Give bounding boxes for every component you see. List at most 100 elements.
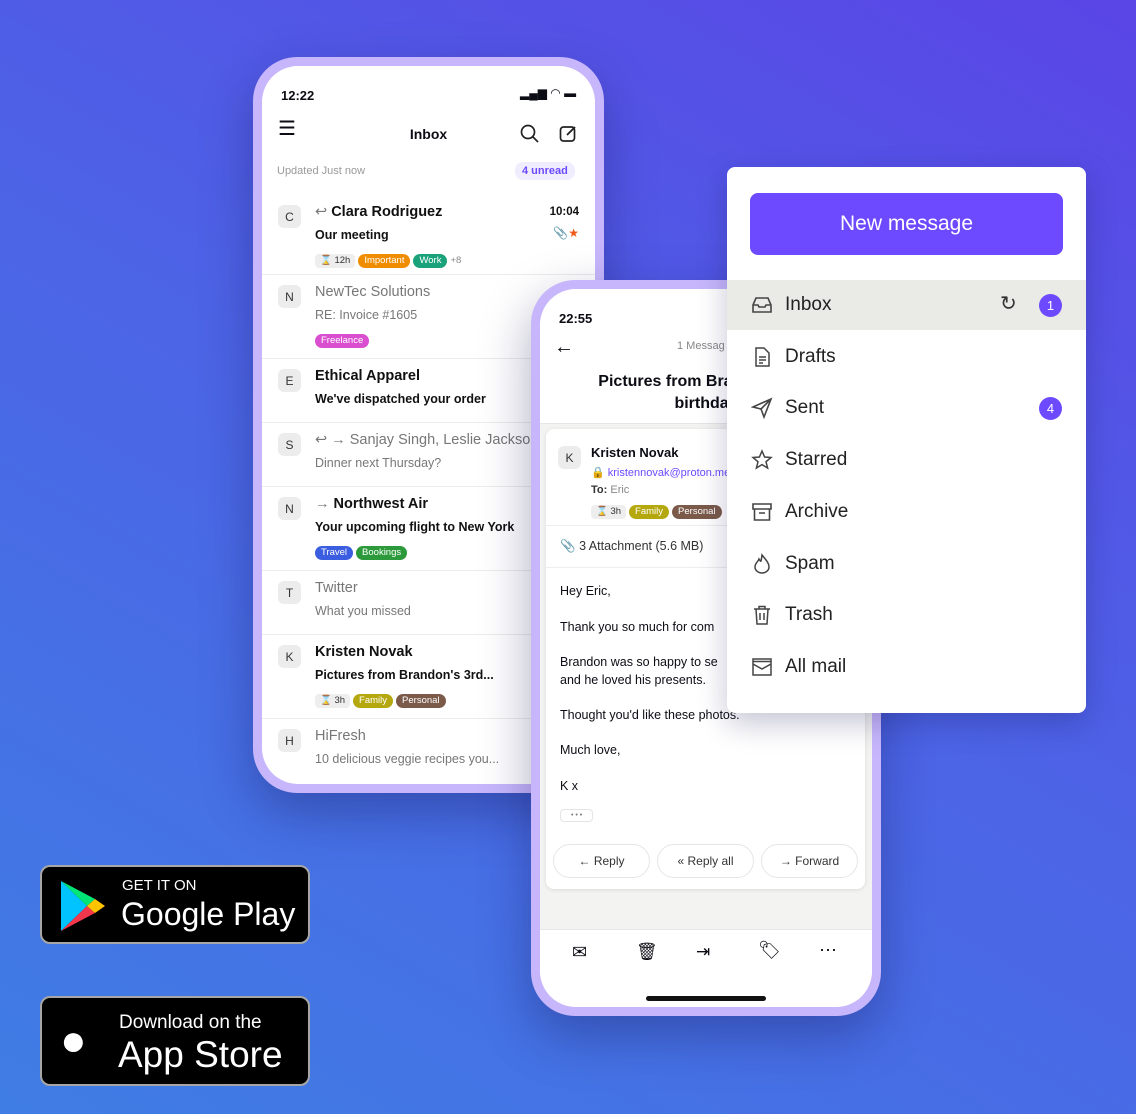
spam-icon bbox=[754, 552, 770, 574]
reply-button[interactable]: ← Reply bbox=[553, 844, 650, 878]
avatar: H bbox=[278, 729, 301, 752]
label-tag[interactable]: Bookings bbox=[356, 546, 408, 560]
search-icon[interactable] bbox=[520, 124, 540, 144]
message-count: 1 Messag bbox=[677, 340, 725, 352]
label-tag[interactable]: Freelance bbox=[315, 334, 370, 348]
navigation-menu: New message Inbox ↻ 1 Drafts Sent 4 Starred Arc… bbox=[727, 167, 1086, 713]
status-icons: ▂▄▆ ◠ ▬ bbox=[520, 86, 577, 100]
back-arrow-icon[interactable]: ← bbox=[554, 336, 574, 359]
subject: Dinner next Thursday? bbox=[315, 456, 442, 470]
status-time: 12:22 bbox=[281, 88, 315, 103]
menu-item-label: Drafts bbox=[785, 345, 836, 367]
label-icon[interactable]: 🏷 bbox=[758, 940, 781, 961]
sender: HiFresh bbox=[315, 728, 366, 744]
message-tags: ⌛ 3h Family Personal bbox=[591, 501, 725, 519]
menu-item-label: Spam bbox=[785, 552, 835, 574]
body-line: Much love, bbox=[560, 743, 621, 757]
compose-icon[interactable] bbox=[559, 124, 578, 143]
menu-item-label: Sent bbox=[785, 397, 825, 419]
refresh-icon[interactable]: ↻ bbox=[1000, 291, 1017, 316]
menu-item-label: Inbox bbox=[785, 294, 832, 315]
count-badge: 4 bbox=[1039, 397, 1062, 421]
subject: RE: Invoice #1605 bbox=[315, 308, 418, 322]
menu-item-trash[interactable]: Trash bbox=[727, 590, 1086, 640]
time: 10:04 bbox=[549, 206, 579, 218]
menu-item-archive[interactable]: Archive bbox=[727, 487, 1086, 537]
body-line: Thought you'd like these photos. bbox=[560, 708, 740, 722]
lock-icon: 🔒 bbox=[591, 467, 605, 479]
paperclip-icon: 📎 bbox=[560, 539, 576, 553]
new-message-button[interactable]: New message bbox=[750, 193, 1063, 255]
apple-logo-icon: ● bbox=[60, 1016, 87, 1065]
label-tag[interactable]: Family bbox=[353, 694, 394, 708]
sender-email[interactable]: 🔒 kristennovak@proton.me bbox=[591, 466, 730, 479]
reply-forward-icon: ↩ bbox=[315, 204, 328, 220]
inbox-icon bbox=[752, 297, 772, 313]
indicators: 📎★ bbox=[553, 226, 579, 240]
sender: ↩ Clara Rodriguez bbox=[315, 204, 443, 220]
subject: Our meeting bbox=[315, 228, 389, 242]
more-icon[interactable]: ⋯ bbox=[819, 940, 837, 961]
body-line: K x bbox=[560, 779, 579, 793]
status-time: 22:55 bbox=[559, 311, 593, 326]
label-tag[interactable]: Important bbox=[358, 254, 411, 268]
drafts-icon bbox=[755, 346, 770, 367]
sent-icon bbox=[751, 397, 773, 420]
google-play-logo-icon bbox=[61, 881, 105, 931]
tags: ⌛ 3h Family Personal bbox=[315, 690, 449, 708]
home-indicator bbox=[646, 996, 766, 1001]
paperclip-icon: 📎 bbox=[553, 226, 569, 240]
unread-badge[interactable]: 4 unread bbox=[515, 162, 575, 180]
show-more-button[interactable]: • • • bbox=[560, 809, 594, 822]
menu-item-label: All mail bbox=[785, 655, 847, 677]
star-icon[interactable]: ★ bbox=[568, 226, 579, 240]
trash-icon[interactable]: 🗑 bbox=[636, 942, 658, 962]
all-mail-icon bbox=[752, 658, 772, 676]
avatar: N bbox=[278, 285, 301, 308]
menu-item-starred[interactable]: Starred bbox=[727, 435, 1086, 485]
reply-forward-icon: ↩ → bbox=[315, 432, 346, 448]
menu-item-sent[interactable]: Sent 4 bbox=[727, 383, 1086, 433]
sender: Ethical Apparel bbox=[315, 368, 421, 384]
forward-button[interactable]: → Forward bbox=[761, 844, 858, 878]
more-tags: +8 bbox=[450, 255, 462, 266]
tag-personal[interactable]: Personal bbox=[672, 505, 722, 519]
avatar: C bbox=[278, 205, 301, 228]
apple-small-text: Download on the bbox=[119, 1012, 262, 1033]
sender: ↩ → Sanjay Singh, Leslie Jackso bbox=[315, 432, 531, 448]
label-tag[interactable]: Personal bbox=[396, 694, 446, 708]
recipients: To: Eric bbox=[591, 484, 630, 496]
app-store-badge[interactable]: ● Download on the App Store bbox=[40, 996, 310, 1086]
avatar: T bbox=[278, 581, 301, 604]
page-title: Inbox bbox=[409, 126, 448, 142]
menu-item-inbox[interactable]: Inbox ↻ 1 bbox=[727, 280, 1086, 330]
tag-family[interactable]: Family bbox=[629, 505, 670, 519]
tags: ⌛ 12h Important Work +8 bbox=[315, 250, 461, 268]
label-tag[interactable]: Travel bbox=[315, 546, 354, 560]
menu-item-all-mail[interactable]: All mail bbox=[727, 642, 1086, 692]
google-play-badge[interactable]: GET IT ON Google Play bbox=[40, 865, 310, 944]
sender: → Northwest Air bbox=[315, 496, 429, 512]
google-small-text: GET IT ON bbox=[122, 877, 197, 894]
subject: Your upcoming flight to New York bbox=[315, 520, 515, 534]
avatar: K bbox=[558, 446, 581, 469]
body-line: and he loved his presents. bbox=[560, 673, 706, 687]
sender: Twitter bbox=[315, 580, 358, 596]
google-big-text: Google Play bbox=[121, 896, 296, 932]
avatar: N bbox=[278, 497, 301, 520]
expiry-chip: ⌛ 3h bbox=[315, 694, 351, 708]
avatar: S bbox=[278, 433, 301, 456]
menu-item-drafts[interactable]: Drafts bbox=[727, 332, 1086, 382]
menu-item-spam[interactable]: Spam bbox=[727, 539, 1086, 589]
reply-all-button[interactable]: « Reply all bbox=[657, 844, 754, 878]
mark-unread-icon[interactable]: ✉ bbox=[572, 942, 587, 963]
email-list-item[interactable]: C ↩ Clara Rodriguez Our meeting 10:04 📎★ ⌛ 12… bbox=[262, 195, 595, 275]
updated-status: Updated Just now bbox=[277, 165, 366, 177]
expiry-chip: ⌛ 12h bbox=[315, 254, 356, 268]
count-badge: 1 bbox=[1039, 294, 1062, 317]
move-folder-icon[interactable]: ⇥ bbox=[696, 942, 710, 962]
label-tag[interactable]: Work bbox=[413, 254, 448, 268]
sender-name: Kristen Novak bbox=[591, 445, 679, 460]
attachments-row[interactable]: 📎 3 Attachment (5.6 MB) bbox=[560, 539, 703, 554]
archive-icon bbox=[752, 502, 772, 521]
